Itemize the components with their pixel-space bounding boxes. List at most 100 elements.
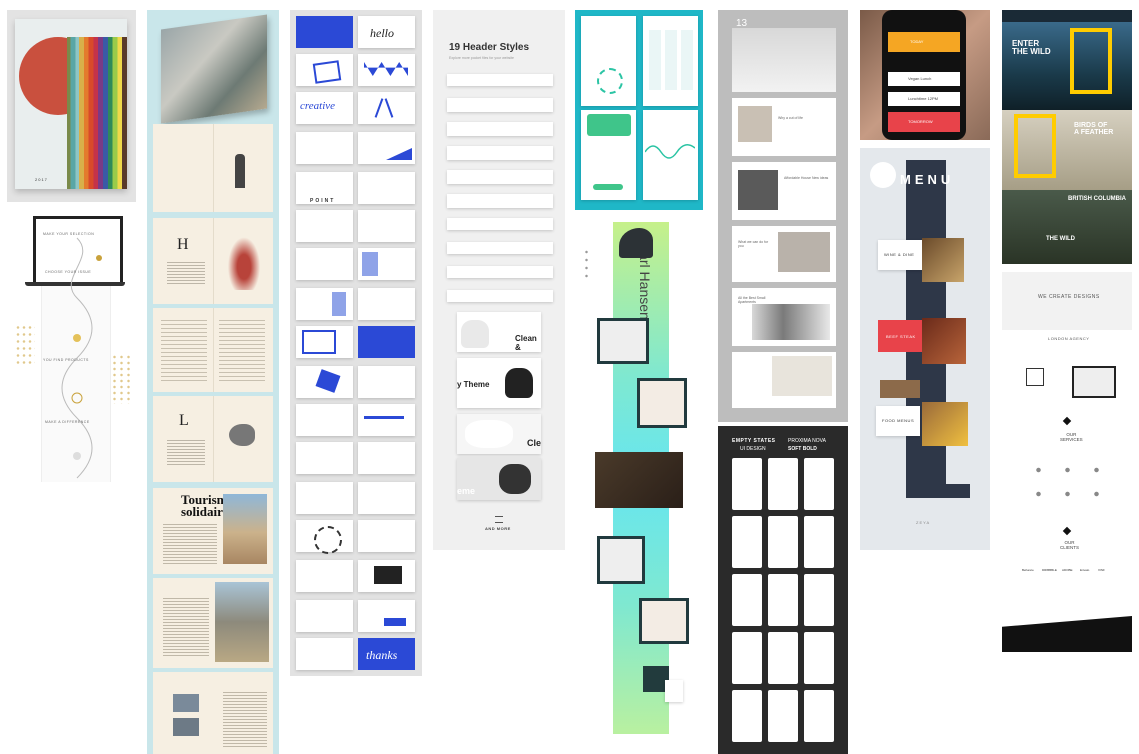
app-screens-panel — [575, 10, 703, 210]
header-styles-title: 19 Header Styles — [449, 42, 530, 53]
spread-3 — [153, 308, 273, 392]
fingerprint-icon — [597, 68, 623, 94]
stat-wave — [645, 144, 695, 159]
natgeo-birds-title: BIRDS OF A FEATHER — [1074, 122, 1114, 136]
chair-page: Carl Hansen — [575, 218, 703, 734]
yellow-frame-2 — [1014, 114, 1056, 178]
interior-caption-4: All the Best Small Apartments — [738, 296, 766, 304]
natgeo-bc-title: BRITISH COLUMBIA — [1068, 196, 1126, 202]
phone-row-2: Lunchtime 12PM — [888, 92, 960, 106]
natgeo-hero — [1002, 22, 1132, 110]
drop-letter-l: L — [179, 412, 189, 429]
eme-text: eme — [457, 486, 476, 496]
word-creative: creative — [300, 100, 336, 112]
agency-page: WE CREATE DESIGNS LONDON AGENCY OUR SERV… — [1002, 272, 1132, 652]
coast-photo — [215, 582, 269, 662]
natgeo-wild-title: THE WILD — [1046, 236, 1075, 242]
and-more-label: AND MORE — [485, 526, 511, 531]
side-nav-dots — [585, 248, 588, 278]
screen-cards — [581, 110, 636, 200]
chair-photo-5 — [639, 598, 689, 644]
screen-dashboard — [643, 16, 698, 106]
chair-photo-2 — [637, 378, 687, 428]
agency-square — [1026, 368, 1044, 386]
diamond-icon-1 — [1062, 416, 1072, 426]
client-logo-5: XINF — [1098, 568, 1105, 572]
menu-photo-steak — [922, 318, 966, 364]
diamond-icon-2 — [1062, 526, 1072, 536]
empty-states-title: EMPTY STATES — [732, 438, 776, 444]
magazine-column: H L Tourisme solidaire — [147, 10, 279, 754]
agency-services: OUR SERVICES — [1060, 432, 1083, 442]
empty-states-subtitle: UI DESIGN — [740, 446, 766, 452]
drop-letter-h: H — [177, 236, 189, 253]
agency-headline: WE CREATE DESIGNS — [1038, 294, 1100, 300]
phone-row-1: Vegan Lunch — [888, 72, 960, 86]
preview-cle: Cle — [457, 414, 541, 454]
client-logo-3: ADOBE — [1062, 568, 1073, 572]
menu-plate — [870, 162, 896, 188]
interior-hero — [732, 28, 836, 92]
spread-7 — [153, 672, 273, 754]
map-poster: MAKE YOUR SELECTION CHOOSE YOUR ISSUE YO… — [7, 214, 135, 490]
phone-row-tomorrow: TOMORROW — [888, 112, 960, 132]
fish-illustration — [229, 424, 255, 446]
chair-photo-4 — [597, 536, 645, 584]
menu-photo-cheese — [922, 238, 964, 282]
yellow-frame-1 — [1070, 28, 1112, 94]
gold-splatter-right — [111, 354, 131, 404]
agency-laptop — [1072, 366, 1116, 398]
spread-tourisme: Tourisme solidaire — [153, 488, 273, 574]
phone-row-today: TODAY — [888, 32, 960, 52]
natgeo-page: ENTER THE WILD BIRDS OF A FEATHER BRITIS… — [1002, 10, 1132, 264]
spread-2: H — [153, 218, 273, 304]
client-logo-1: Behance — [1022, 568, 1034, 572]
screen-statistics — [643, 110, 698, 200]
header-styles-column: 19 Header Styles Explore more pocket fil… — [433, 10, 565, 550]
figure-illustration — [235, 154, 245, 188]
word-hello: hello — [370, 26, 394, 40]
menu-icon — [495, 516, 503, 523]
interior-card-5 — [732, 352, 836, 408]
preview-clean: Clean & — [457, 312, 541, 352]
client-logo-2: DRIBBBLE — [1042, 568, 1057, 572]
interior-card-4: All the Best Small Apartments — [732, 288, 836, 346]
service-grid — [1024, 458, 1110, 508]
interior-card-3: What we can do for you — [732, 226, 836, 282]
lettering-card-blue — [296, 16, 353, 48]
spread-6 — [153, 578, 273, 668]
map-label-1: MAKE YOUR SELECTION — [43, 232, 95, 236]
interior-caption-1: Why a cut of life — [778, 116, 803, 120]
header-styles-subtitle: Explore more pocket files for your websi… — [449, 56, 514, 60]
clean-text: Clean & — [515, 334, 537, 352]
menu-card-wine: WINE & DINE — [878, 240, 922, 270]
calendar-label: 2017 — [35, 177, 48, 182]
menu-footer-bar — [906, 484, 970, 498]
preview-theme: y Theme — [457, 358, 541, 408]
menu-photo-mango — [922, 402, 968, 446]
menu-footer: ZEYA — [916, 520, 931, 525]
lettering-column: hello creative POINT thanks — [290, 10, 422, 676]
menu-title: MENU — [900, 172, 955, 187]
calendar-poster: 2017 — [7, 10, 136, 202]
agency-name: LONDON AGENCY — [1048, 336, 1090, 341]
phone-photo: TODAY Vegan Lunch Lunchtime 12PM TOMORRO… — [860, 10, 990, 140]
magazine-cover — [161, 14, 267, 124]
menu-photo-fruit — [880, 380, 920, 398]
interior-caption-2: Affordable House New ideas — [784, 176, 829, 180]
agency-header — [1002, 272, 1132, 330]
map-label-4: MAKE A DIFFERENCE — [45, 420, 90, 424]
agency-clients: OUR CLIENTS — [1060, 540, 1080, 550]
color-stripes — [67, 37, 127, 189]
chair-photo-3 — [595, 452, 683, 508]
lettering-card-hello: hello — [358, 16, 415, 48]
interior-card-2: Affordable House New ideas — [732, 162, 836, 220]
client-logo-4: Envato — [1080, 568, 1090, 572]
coral-illustration — [225, 232, 263, 290]
menu-card-food: FOOD MENUS — [876, 406, 920, 436]
word-thanks: thanks — [366, 648, 398, 662]
gold-splatter — [15, 324, 35, 364]
screen-fingerprint — [581, 16, 636, 106]
empty-states-font: PROXIMA NOVA — [788, 438, 826, 444]
interior-column: 13 Why a cut of life Affordable House Ne… — [718, 10, 848, 422]
